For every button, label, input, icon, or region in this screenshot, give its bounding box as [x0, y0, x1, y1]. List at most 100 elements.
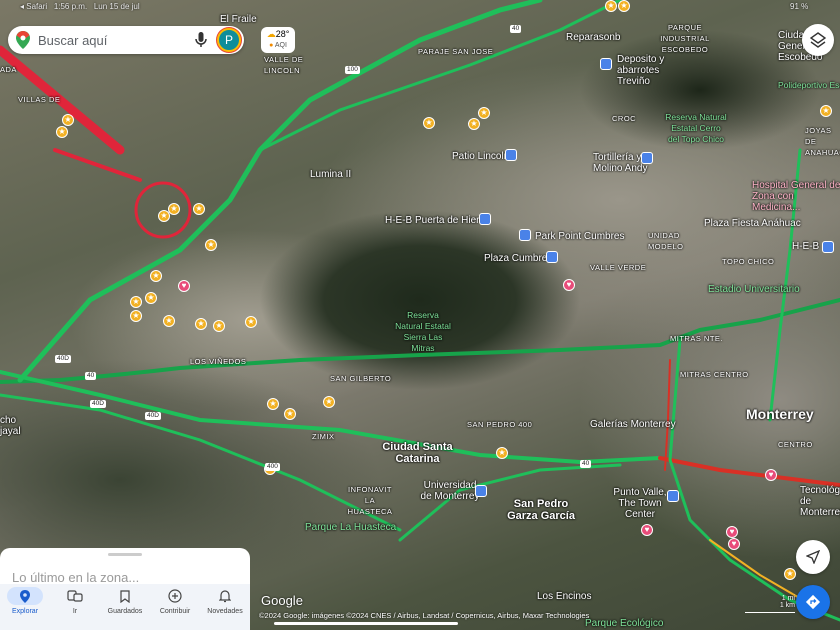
map-label[interactable]: Parque La Huasteca — [305, 522, 396, 533]
place-pin-icon[interactable]: ★ — [618, 0, 630, 12]
nav-contribuir[interactable]: Contribuir — [151, 587, 199, 630]
place-pin-icon[interactable]: ★ — [130, 310, 142, 322]
place-pin-icon[interactable]: ★ — [423, 117, 435, 129]
shopping-pin-icon[interactable] — [546, 251, 558, 263]
map-label[interactable]: ZIMIX — [312, 431, 335, 442]
map-label[interactable]: UNIDAD MODELO — [648, 230, 688, 252]
heart-pin-icon[interactable]: ♥ — [726, 526, 738, 538]
map-label[interactable]: VALLE VERDE — [590, 262, 646, 273]
place-pin-icon[interactable]: ★ — [245, 316, 257, 328]
map-label[interactable]: Park Point Cumbres — [535, 231, 624, 242]
map-label[interactable]: CENTRO — [778, 439, 813, 450]
map-label[interactable]: INFONAVIT LA HUASTECA — [345, 484, 395, 517]
place-pin-icon[interactable]: ★ — [150, 270, 162, 282]
map-label[interactable]: MITRAS NTE. — [670, 333, 723, 344]
map-label[interactable]: SAN GILBERTO — [330, 373, 391, 384]
place-pin-icon[interactable]: ★ — [267, 398, 279, 410]
place-pin-icon[interactable]: ★ — [820, 105, 832, 117]
place-pin-icon[interactable]: ★ — [130, 296, 142, 308]
map-label[interactable]: TOPO CHICO — [722, 256, 774, 267]
map-label[interactable]: Los Encinos — [537, 591, 591, 602]
map-label[interactable]: Deposito y abarrotes Treviño — [617, 54, 692, 87]
search-input[interactable]: Buscar aquí — [38, 33, 195, 48]
heart-pin-icon[interactable]: ♥ — [563, 279, 575, 291]
map-label[interactable]: Hospital General de Zona con Medicina... — [752, 180, 840, 213]
map-label[interactable]: H-E-B — [792, 241, 819, 252]
place-pin-icon[interactable]: ★ — [478, 107, 490, 119]
map-label[interactable]: SAN PEDRO 400 — [467, 419, 532, 430]
place-pin-icon[interactable]: ★ — [205, 239, 217, 251]
weather-chip[interactable]: ☁28° ● AQI — [261, 27, 295, 53]
place-pin-icon[interactable]: ★ — [784, 568, 796, 580]
map-label[interactable]: Reserva Natural Estatal Sierra Las Mitra… — [395, 310, 451, 354]
map-label[interactable]: Patio Lincoln — [452, 151, 509, 162]
map-label[interactable]: Parque Ecológico — [585, 618, 663, 629]
shopping-pin-icon[interactable] — [519, 229, 531, 241]
shopping-pin-icon[interactable] — [822, 241, 834, 253]
place-pin-icon[interactable]: ★ — [195, 318, 207, 330]
heart-pin-icon[interactable]: ♥ — [641, 524, 653, 536]
nav-ir[interactable]: Ir — [51, 587, 99, 630]
nav-novedades[interactable]: Novedades — [201, 587, 249, 630]
place-pin-icon[interactable]: ★ — [168, 203, 180, 215]
place-pin-icon[interactable]: ★ — [163, 315, 175, 327]
map-label[interactable]: San Pedro Garza García — [505, 498, 577, 522]
my-location-button[interactable] — [796, 540, 830, 574]
map-label[interactable]: cho jayal — [0, 415, 30, 437]
map-label[interactable]: CROC — [612, 113, 636, 124]
map-label[interactable]: Reparasonb — [566, 32, 620, 43]
map-label[interactable]: VILLAS DE — [18, 94, 60, 105]
place-pin-icon[interactable]: ★ — [62, 114, 74, 126]
place-pin-icon[interactable]: ★ — [605, 0, 617, 12]
map-label[interactable]: PARAJE SAN JOSE — [418, 46, 493, 57]
map-label[interactable]: PARQUE INDUSTRIAL ESCOBEDO — [650, 22, 720, 55]
map-attribution[interactable]: ©2024 Google: imágenes ©2024 CNES / Airb… — [259, 611, 589, 620]
map-label[interactable]: Ciudad Santa Catarina — [380, 441, 455, 465]
nav-guardados[interactable]: Guardados — [101, 587, 149, 630]
map-label[interactable]: Tecnológico de Monterrey — [800, 485, 840, 518]
heart-pin-icon[interactable]: ♥ — [178, 280, 190, 292]
map-label[interactable]: VALLE DE LINCOLN — [264, 54, 304, 76]
map-label[interactable]: Polideportivo Escobedo — [778, 80, 840, 91]
home-indicator[interactable] — [274, 622, 458, 625]
map-label[interactable]: H-E-B Puerta de Hierro — [385, 215, 488, 226]
shopping-pin-icon[interactable] — [667, 490, 679, 502]
map-label[interactable]: Plaza Cumbres — [484, 253, 552, 264]
map-label[interactable]: JOYAS DE ANAHUAC — [805, 125, 840, 158]
map-label[interactable]: MITRAS CENTRO — [680, 369, 749, 380]
directions-button[interactable] — [796, 585, 830, 619]
map-label[interactable]: Reserva Natural Estatal Cerro del Topo C… — [665, 112, 727, 145]
map-label[interactable]: El Fraile — [220, 14, 257, 25]
map-label[interactable]: Lumina II — [310, 169, 351, 180]
map-label[interactable]: Monterrey — [746, 407, 814, 422]
latest-in-area-heading[interactable]: Lo último en la zona... — [12, 570, 139, 585]
map-label[interactable]: LOS VIÑEDOS — [190, 356, 246, 367]
place-pin-icon[interactable]: ★ — [496, 447, 508, 459]
heart-pin-icon[interactable]: ♥ — [728, 538, 740, 550]
place-pin-icon[interactable]: ★ — [56, 126, 68, 138]
map-label[interactable]: Plaza Fiesta Anáhuac — [704, 218, 801, 229]
place-pin-icon[interactable]: ★ — [468, 118, 480, 130]
place-pin-icon[interactable]: ★ — [193, 203, 205, 215]
heart-pin-icon[interactable]: ♥ — [765, 469, 777, 481]
shopping-pin-icon[interactable] — [505, 149, 517, 161]
account-avatar[interactable]: P — [217, 28, 241, 52]
back-to-app[interactable]: ◂ Safari — [20, 2, 47, 11]
nav-explorar[interactable]: Explorar — [1, 587, 49, 630]
shopping-pin-icon[interactable] — [475, 485, 487, 497]
map-label[interactable]: Galerías Monterrey — [590, 419, 676, 430]
place-pin-icon[interactable]: ★ — [213, 320, 225, 332]
shopping-pin-icon[interactable] — [600, 58, 612, 70]
map-label[interactable]: Estadio Universitario — [708, 284, 800, 295]
place-pin-icon[interactable]: ★ — [284, 408, 296, 420]
microphone-icon[interactable] — [195, 32, 207, 48]
map-label[interactable]: ADA — [0, 64, 17, 75]
layers-button[interactable] — [802, 24, 834, 56]
satellite-map[interactable]: El Fraile VALLE DE LINCOLN PARAJE SAN JO… — [0, 0, 840, 630]
map-label[interactable]: Punto Valle, The Town Center — [605, 487, 675, 520]
shopping-pin-icon[interactable] — [641, 152, 653, 164]
sheet-drag-handle[interactable] — [108, 553, 142, 556]
search-bar[interactable]: Buscar aquí P — [8, 26, 244, 54]
place-pin-icon[interactable]: ★ — [145, 292, 157, 304]
place-pin-icon[interactable]: ★ — [323, 396, 335, 408]
